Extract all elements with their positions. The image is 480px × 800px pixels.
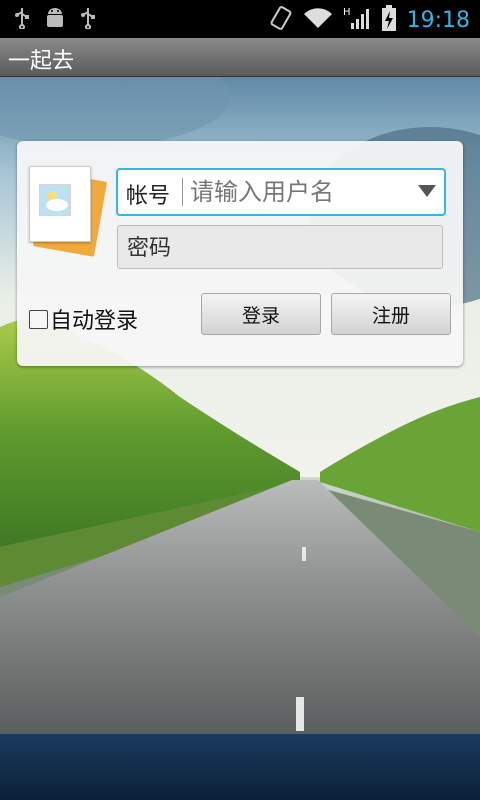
auto-login-label[interactable]: 自动登录 xyxy=(50,303,138,335)
status-bar: H 19:18 xyxy=(0,0,480,38)
notification-icons xyxy=(14,6,96,34)
account-label: 帐号 xyxy=(126,184,171,209)
account-divider xyxy=(182,178,183,206)
username-input[interactable] xyxy=(188,174,406,210)
bottom-bar xyxy=(0,734,480,800)
password-input[interactable] xyxy=(125,231,429,265)
usb-icon xyxy=(14,7,30,33)
auto-login-option[interactable]: 自动登录 xyxy=(29,303,138,335)
register-button[interactable]: 注册 xyxy=(331,293,451,335)
rotate-icon xyxy=(269,5,293,35)
signal-h-icon: H xyxy=(343,5,371,35)
battery-charging-icon xyxy=(381,4,397,36)
title-bar: 一起去 xyxy=(0,38,480,77)
system-icons: H 19:18 xyxy=(269,4,470,36)
android-debug-icon xyxy=(44,6,66,34)
chevron-down-icon[interactable] xyxy=(418,185,436,197)
account-field[interactable]: 帐号 xyxy=(116,168,446,216)
app-title: 一起去 xyxy=(8,49,75,74)
image-placeholder-icon xyxy=(29,166,91,242)
login-card: 帐号 自动登录 登录 注册 xyxy=(17,141,463,366)
wifi-icon xyxy=(303,6,333,34)
avatar xyxy=(29,166,108,258)
svg-text:H: H xyxy=(343,7,351,18)
password-field[interactable] xyxy=(117,225,443,269)
usb-icon xyxy=(80,7,96,33)
login-button[interactable]: 登录 xyxy=(201,293,321,335)
auto-login-checkbox[interactable] xyxy=(29,309,48,329)
clock: 19:18 xyxy=(406,7,470,33)
